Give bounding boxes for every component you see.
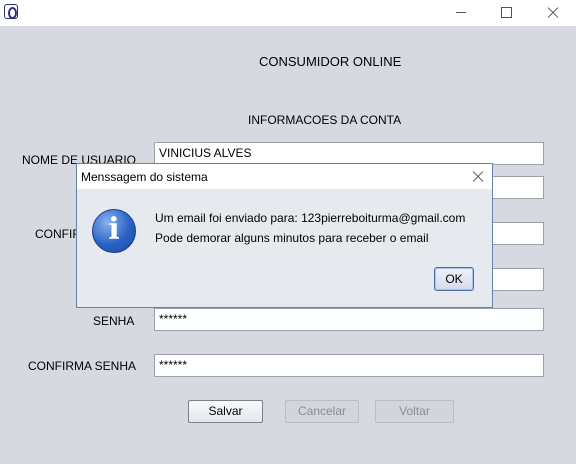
section-title: INFORMACOES DA CONTA [248,113,402,127]
close-window-button[interactable] [530,0,576,26]
dialog-message-line-2: Pode demorar alguns minutos para receber… [155,231,429,245]
confirma-senha-label: CONFIRMA SENHA [28,359,137,373]
save-button[interactable]: Salvar [188,400,263,423]
ok-button[interactable]: OK [434,267,474,291]
close-icon [472,171,484,183]
close-icon [547,7,559,19]
window-title-bar [0,0,576,26]
dialog-message-line-1: Um email foi enviado para: 123pierreboit… [155,211,466,225]
minimize-button[interactable] [438,0,484,26]
java-app-icon [4,4,18,19]
dialog-title: Menssagem do sistema [81,170,208,184]
back-button[interactable]: Voltar [375,400,454,423]
message-dialog: Menssagem do sistema i Um email foi envi… [76,163,493,308]
maximize-button[interactable] [484,0,530,26]
confirm-label: CONFIR [35,227,81,241]
information-icon: i [92,209,136,253]
senha-label: SENHA [93,314,135,328]
dialog-close-button[interactable] [470,169,486,185]
senha-field[interactable]: ****** [154,308,544,331]
dialog-title-bar: Menssagem do sistema [77,164,492,189]
confirma-senha-field[interactable]: ****** [154,354,544,377]
cancel-button[interactable]: Cancelar [285,400,359,423]
username-field[interactable]: VINICIUS ALVES [154,142,544,165]
page-title: CONSUMIDOR ONLINE [259,54,402,69]
